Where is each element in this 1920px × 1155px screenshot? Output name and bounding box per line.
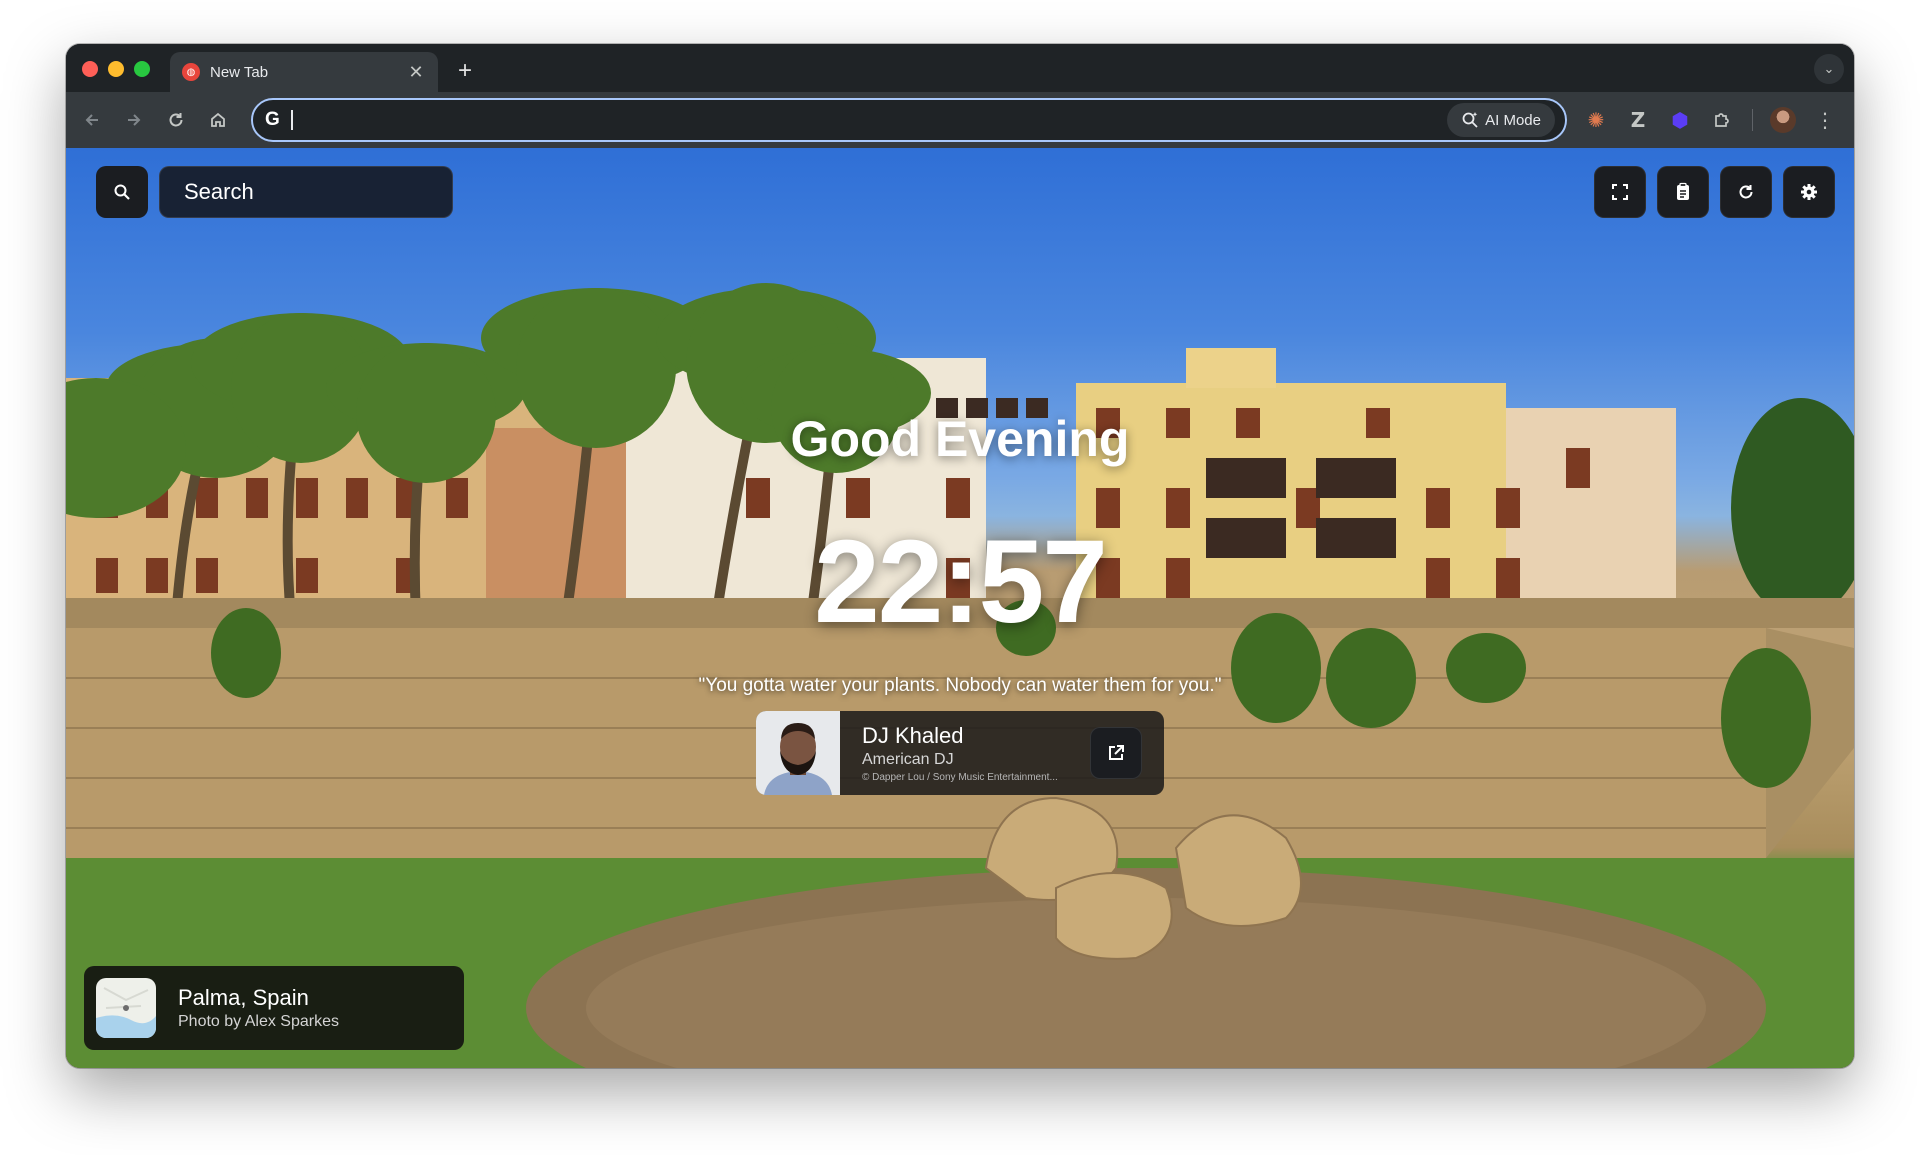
- forward-arrow-icon[interactable]: [116, 102, 152, 138]
- extensions-area: ✺ Z ⬢ ⋮: [1578, 102, 1843, 138]
- window-controls: [82, 61, 150, 77]
- home-icon[interactable]: [200, 102, 236, 138]
- toolbar-divider: [1752, 109, 1753, 131]
- google-icon: G: [265, 109, 280, 130]
- browser-toolbar: G AI Mode ✺ Z ⬢ ⋮: [66, 92, 1854, 148]
- claude-extension-icon[interactable]: ✺: [1578, 102, 1614, 138]
- profile-avatar[interactable]: [1765, 102, 1801, 138]
- reload-icon[interactable]: [158, 102, 194, 138]
- close-window-button[interactable]: [82, 61, 98, 77]
- newtab-extension-icon: ◍: [182, 63, 200, 81]
- ai-mode-label: AI Mode: [1485, 111, 1541, 129]
- tab-search-button[interactable]: ⌄: [1814, 54, 1844, 84]
- extensions-puzzle-icon[interactable]: [1704, 102, 1740, 138]
- photo-location-card[interactable]: Palma, Spain Photo by Alex Sparkes: [84, 966, 464, 1050]
- clipboard-icon: [1677, 182, 1689, 200]
- author-photo: [756, 711, 840, 795]
- refresh-icon: [1739, 185, 1753, 199]
- fullscreen-button[interactable]: [1594, 166, 1646, 218]
- settings-icon: [1801, 184, 1817, 200]
- more-menu-icon[interactable]: ⋮: [1807, 102, 1843, 138]
- author-name: DJ Khaled: [862, 723, 964, 748]
- search-icon: [114, 184, 130, 200]
- tab-new-tab[interactable]: ◍ New Tab ✕: [170, 52, 438, 92]
- author-photo-credit: © Dapper Lou / Sony Music Entertainment.…: [862, 772, 1058, 783]
- search-input[interactable]: Search: [159, 166, 453, 218]
- maximize-window-button[interactable]: [134, 61, 150, 77]
- minimize-window-button[interactable]: [108, 61, 124, 77]
- greeting: Good Evening: [790, 411, 1130, 467]
- quote-text: "You gotta water your plants. Nobody can…: [698, 675, 1222, 696]
- new-tab-button[interactable]: +: [450, 56, 480, 86]
- new-tab-page: Search Good Evening 22:57 "You gotta wat…: [66, 148, 1854, 1068]
- quote-author-card: DJ Khaled American DJ © Dapper Lou / Son…: [756, 711, 1164, 795]
- external-link-icon: [1109, 745, 1124, 760]
- tab-title: New Tab: [210, 63, 269, 81]
- notes-button[interactable]: [1657, 166, 1709, 218]
- search-placeholder: Search: [184, 179, 254, 204]
- author-info: DJ Khaled American DJ © Dapper Lou / Son…: [840, 723, 1090, 783]
- fullscreen-icon: [1612, 184, 1628, 200]
- z-extension-icon[interactable]: Z: [1620, 102, 1656, 138]
- map-thumbnail: [96, 978, 156, 1038]
- ai-mode-button[interactable]: AI Mode: [1447, 103, 1555, 137]
- settings-button[interactable]: [1783, 166, 1835, 218]
- author-description: American DJ: [862, 751, 954, 768]
- address-bar[interactable]: G AI Mode: [251, 98, 1567, 142]
- back-arrow-icon[interactable]: [74, 102, 110, 138]
- location-info: Palma, Spain Photo by Alex Sparkes: [156, 985, 339, 1031]
- hexagon-extension-icon[interactable]: ⬢: [1662, 102, 1698, 138]
- open-author-link-button[interactable]: [1090, 727, 1142, 779]
- tab-strip: ◍ New Tab ✕ + ⌄: [66, 44, 1854, 92]
- clock: 22:57: [814, 516, 1108, 648]
- photo-credit: Photo by Alex Sparkes: [178, 1013, 339, 1030]
- tab-close-icon[interactable]: ✕: [406, 62, 426, 83]
- location-place: Palma, Spain: [178, 985, 309, 1010]
- ai-search-icon: [1462, 112, 1478, 128]
- browser-window: ◍ New Tab ✕ + ⌄ G AI Mode ✺ Z ⬢ ⋮ Search…: [66, 44, 1854, 1068]
- address-input[interactable]: [293, 111, 1448, 129]
- refresh-background-button[interactable]: [1720, 166, 1772, 218]
- search-button[interactable]: [96, 166, 148, 218]
